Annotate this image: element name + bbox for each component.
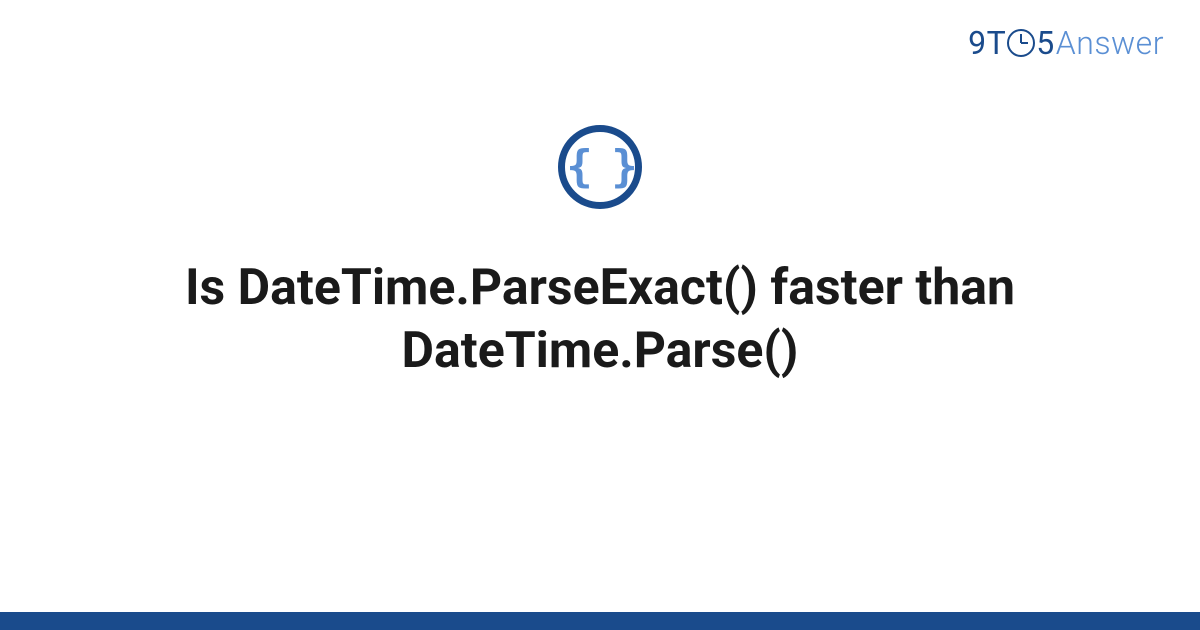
main-content: { } Is DateTime.ParseExact() faster than… bbox=[0, 125, 1200, 382]
footer-accent-bar bbox=[0, 612, 1200, 630]
question-title: Is DateTime.ParseExact() faster than Dat… bbox=[120, 257, 1080, 382]
logo-text-prefix: 9T bbox=[968, 24, 1006, 62]
logo-text-middle: 5 bbox=[1036, 24, 1054, 62]
code-braces-icon: { } bbox=[566, 145, 633, 189]
logo-text-suffix: Answer bbox=[1056, 24, 1164, 62]
clock-icon bbox=[1007, 29, 1035, 57]
category-badge: { } bbox=[558, 125, 642, 209]
site-logo: 9T 5 Answer bbox=[968, 24, 1164, 62]
